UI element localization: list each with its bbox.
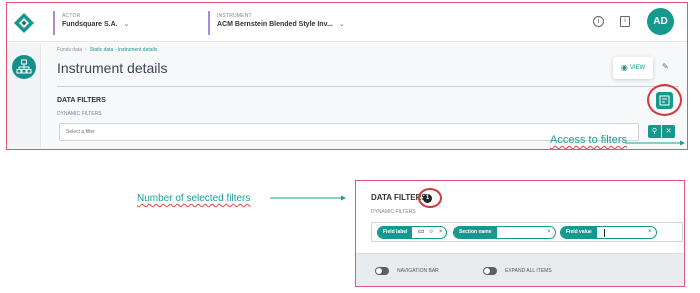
left-nav-rail [7, 43, 41, 149]
instrument-value: ACM Bernstein Blended Style Inv... [217, 21, 333, 28]
detail-footer: NAVIGATION BAR EXPAND ALL ITEMS [356, 253, 684, 286]
settings-icon[interactable]: ⚙ [429, 227, 433, 238]
hierarchy-icon [16, 59, 32, 74]
view-button-label: VIEW [629, 65, 646, 71]
page-title: Instrument details [57, 60, 168, 76]
diamond-logo-icon[interactable] [13, 12, 35, 34]
annotation-arrow [625, 140, 685, 146]
breadcrumb-separator: › [85, 47, 87, 53]
actor-selector[interactable]: ACTOR Fundsquare S.A. ⌄ [53, 11, 130, 35]
dynamic-filters-label: DYNAMIC FILTERS [57, 111, 102, 117]
app-screenshot-main: ACTOR Fundsquare S.A. ⌄ INSTRUMENT ACM Be… [6, 2, 688, 150]
annotation-arrow [270, 195, 346, 201]
clear-filters-button[interactable]: ✕ [662, 125, 675, 138]
filter-chip-label: Section name [454, 227, 497, 238]
search-icon: ⚲ [651, 128, 658, 135]
dynamic-filters-input[interactable]: Field label cci ⚙ × Section name × Field… [371, 222, 683, 242]
navigation-bar-label: NAVIGATION BAR [397, 268, 439, 274]
main-content: Funds data › Static data - Instrument deta… [42, 43, 687, 149]
annotation-number-of-selected-filters: Number of selected filters [137, 193, 251, 204]
dynamic-filters-label: DYNAMIC FILTERS [371, 209, 416, 215]
info-icon[interactable]: i [593, 16, 604, 27]
breadcrumb-item-funds-data[interactable]: Funds data [57, 47, 82, 53]
filter-chip-value[interactable]: cci [418, 227, 424, 238]
detail-filters-panel: DATA FILTERS 1 DYNAMIC FILTERS Field lab… [356, 181, 684, 253]
actor-caption: ACTOR [62, 13, 81, 19]
instrument-selector[interactable]: INSTRUMENT ACM Bernstein Blended Style I… [208, 11, 345, 35]
text-caret [604, 229, 605, 237]
instrument-caption: INSTRUMENT [217, 13, 252, 19]
avatar[interactable]: AD [647, 8, 674, 35]
search-button[interactable]: ⚲ [648, 125, 661, 138]
section-divider [57, 86, 679, 87]
breadcrumb-item-current[interactable]: Static data - Instrument details [90, 47, 158, 53]
close-icon[interactable]: × [439, 227, 443, 238]
navigation-bar-toggle[interactable] [375, 267, 389, 275]
close-icon[interactable]: × [547, 227, 551, 238]
annotation-access-to-filters: Access to filters [550, 134, 628, 146]
filter-chip-field-value[interactable]: Field value × [560, 226, 657, 239]
eye-icon: ◉ [620, 63, 628, 72]
chevron-down-icon[interactable]: ⌄ [339, 20, 345, 30]
document-icon[interactable]: i [620, 16, 630, 27]
highlight-ellipse [647, 84, 682, 116]
chevron-down-icon[interactable]: ⌄ [124, 20, 130, 30]
app-screenshot-detail: DATA FILTERS 1 DYNAMIC FILTERS Field lab… [355, 180, 685, 287]
filter-chip-section-name[interactable]: Section name × [453, 226, 556, 239]
filter-chip-label: Field label [378, 227, 413, 238]
data-filters-title: DATA FILTERS [57, 97, 106, 104]
pencil-icon[interactable]: ✎ [662, 62, 669, 71]
close-icon[interactable]: × [648, 227, 652, 238]
nav-hierarchy-button[interactable] [12, 55, 36, 79]
actor-value: Fundsquare S.A. [62, 21, 118, 28]
filter-chip-label: Field value [561, 227, 597, 238]
top-bar: ACTOR Fundsquare S.A. ⌄ INSTRUMENT ACM Be… [7, 3, 687, 42]
expand-all-items-toggle[interactable] [483, 267, 497, 275]
expand-all-items-label: EXPAND ALL ITEMS [505, 268, 552, 274]
close-icon: ✕ [665, 128, 672, 135]
highlight-ellipse [418, 188, 442, 208]
breadcrumb: Funds data › Static data - Instrument deta… [57, 47, 157, 53]
filter-chip-field-label[interactable]: Field label cci ⚙ × [377, 226, 447, 239]
view-button[interactable]: ◉ VIEW [613, 57, 653, 79]
